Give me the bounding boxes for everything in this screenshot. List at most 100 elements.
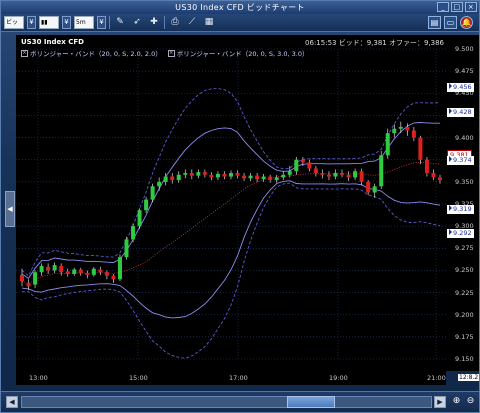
layout-icon[interactable]: ▤ bbox=[428, 16, 441, 29]
price-tag: 9.319 bbox=[447, 204, 474, 214]
candle-body bbox=[189, 173, 194, 176]
last-price-label: 12:8.2 bbox=[458, 374, 480, 381]
window-title: US30 Index CFD ビッドチャート bbox=[175, 3, 305, 12]
scroll-thumb[interactable] bbox=[287, 396, 335, 408]
price-tag: 9.374 bbox=[447, 156, 474, 166]
candle-body bbox=[307, 162, 312, 169]
y-tick-label: 9.400 bbox=[455, 133, 474, 142]
scroll-left-icon[interactable]: ◀ bbox=[6, 396, 18, 408]
x-tick-label: 19:00 bbox=[329, 374, 348, 382]
price-chart[interactable] bbox=[16, 35, 446, 371]
chevron-down-icon[interactable]: ¥ bbox=[97, 16, 106, 29]
candle-body bbox=[52, 265, 57, 271]
candle-body bbox=[176, 174, 181, 181]
bollinger-upper-3sd bbox=[21, 88, 441, 277]
candle-body bbox=[124, 239, 129, 258]
remove-indicator-icon[interactable]: × bbox=[21, 49, 28, 57]
arrow-icon bbox=[449, 228, 452, 235]
toolbar: ビッド ¥ ▮▮ ¥ 5m ¥ ✎ ➶ ✚ ⎙ ⟋ ▦ ▤ ▭ 🔔 bbox=[1, 14, 479, 32]
close-icon[interactable]: × bbox=[465, 2, 477, 12]
candle-body bbox=[72, 269, 77, 274]
candle-body bbox=[287, 171, 292, 175]
candle-body bbox=[366, 181, 371, 193]
candle-body bbox=[248, 175, 253, 179]
candle-body bbox=[98, 269, 103, 273]
zoom-in-icon[interactable]: ⊕ bbox=[450, 395, 463, 408]
arrow-icon bbox=[449, 156, 452, 163]
crosshair-icon[interactable]: ✚ bbox=[147, 16, 161, 29]
cursor-icon[interactable]: ➶ bbox=[130, 16, 144, 29]
y-tick-label: 9.225 bbox=[455, 288, 474, 297]
candle-body bbox=[222, 173, 227, 177]
zoom-out-icon[interactable]: ⊖ bbox=[464, 395, 477, 408]
pen-icon[interactable]: ✎ bbox=[113, 16, 127, 29]
candle-body bbox=[431, 173, 436, 178]
price-tag: 9.428 bbox=[447, 108, 474, 118]
timeframe-select[interactable]: 5m bbox=[74, 16, 94, 29]
minimize-icon[interactable]: _ bbox=[437, 2, 449, 12]
candle-body bbox=[398, 126, 403, 129]
x-tick-label: 13:00 bbox=[29, 374, 48, 382]
candle-body bbox=[333, 173, 338, 177]
remove-indicator-icon[interactable]: × bbox=[167, 49, 175, 57]
y-tick-label: 9.175 bbox=[455, 332, 474, 341]
candle-body bbox=[65, 271, 70, 274]
scroll-right-icon[interactable]: ▶ bbox=[434, 396, 446, 408]
candle-body bbox=[379, 155, 384, 187]
window-icon[interactable]: ▭ bbox=[444, 16, 457, 29]
x-tick-label: 21:00 bbox=[427, 374, 446, 382]
line-tool-icon[interactable]: ⟋ bbox=[185, 16, 199, 29]
candle-body bbox=[326, 174, 331, 177]
chevron-down-icon[interactable]: ¥ bbox=[27, 16, 36, 29]
y-tick-label: 9.500 bbox=[455, 45, 474, 53]
candle-body bbox=[209, 174, 214, 178]
scroll-track[interactable] bbox=[21, 396, 432, 408]
bollinger-lower-3sd bbox=[22, 182, 441, 359]
candle-body bbox=[255, 175, 260, 180]
chart-window: US30 Index CFD ビッドチャート _ □ × ビッド ¥ ▮▮ ¥ … bbox=[0, 0, 480, 413]
candle-body bbox=[261, 176, 266, 180]
candle-body bbox=[268, 176, 273, 181]
alert-icon[interactable]: 🔔 bbox=[460, 16, 473, 29]
arrow-icon bbox=[449, 204, 452, 211]
print-icon[interactable]: ⎙ bbox=[168, 16, 182, 29]
candle-body bbox=[104, 272, 109, 276]
candle-body bbox=[215, 173, 220, 178]
legend-item[interactable]: × ボリンジャー・バンド（20, 0, S, 2.0, 2.0） bbox=[21, 48, 162, 58]
candle-body bbox=[313, 168, 318, 173]
chart-style-select[interactable]: ▮▮ bbox=[39, 16, 59, 29]
price-type-select[interactable]: ビッド bbox=[4, 16, 24, 29]
legend-label: ボリンジャー・バンド（20, 0, S, 2.0, 2.0） bbox=[30, 50, 162, 58]
x-tick-label: 15:00 bbox=[129, 374, 148, 382]
candle-body bbox=[359, 171, 364, 182]
y-tick-label: 9.275 bbox=[455, 244, 474, 253]
grid-icon[interactable]: ▦ bbox=[202, 16, 216, 29]
chevron-down-icon[interactable]: ¥ bbox=[62, 16, 71, 29]
indicator-legend: × ボリンジャー・バンド（20, 0, S, 2.0, 2.0） × ボリンジャ… bbox=[21, 48, 309, 58]
y-tick-label: 9.475 bbox=[455, 67, 474, 76]
legend-item[interactable]: × ボリンジャー・バンド（20, 0, S, 3.0, 3.0） bbox=[167, 48, 309, 58]
candle-body bbox=[117, 257, 122, 280]
maximize-icon[interactable]: □ bbox=[451, 2, 463, 12]
toolbar-right: ▤ ▭ 🔔 bbox=[428, 16, 479, 29]
candle-body bbox=[300, 159, 305, 163]
candle-body bbox=[340, 173, 345, 175]
arrow-icon bbox=[449, 108, 452, 115]
candle-body bbox=[411, 130, 416, 138]
candle-body bbox=[183, 173, 188, 175]
candle-body bbox=[405, 126, 410, 131]
side-panel-toggle[interactable]: ◀ bbox=[5, 191, 15, 227]
candle-body bbox=[144, 199, 149, 211]
x-axis[interactable]: 13:00 15:00 17:00 19:00 21:00 bbox=[16, 371, 446, 385]
candle-body bbox=[242, 175, 247, 179]
candle-body bbox=[46, 266, 51, 271]
candle-body bbox=[20, 274, 24, 282]
y-tick-label: 9.200 bbox=[455, 310, 474, 319]
y-tick-label: 9.350 bbox=[455, 177, 474, 186]
y-tick-label: 9.150 bbox=[455, 355, 474, 363]
bottom-scrollbar: ◀ ▶ ⊕ ⊖ bbox=[1, 391, 479, 412]
x-tick-label: 17:00 bbox=[229, 374, 248, 382]
candle-body bbox=[320, 173, 325, 175]
y-axis[interactable]: 9.5009.4759.4509.4259.4009.3759.3509.325… bbox=[446, 35, 479, 371]
arrow-icon bbox=[449, 83, 452, 90]
